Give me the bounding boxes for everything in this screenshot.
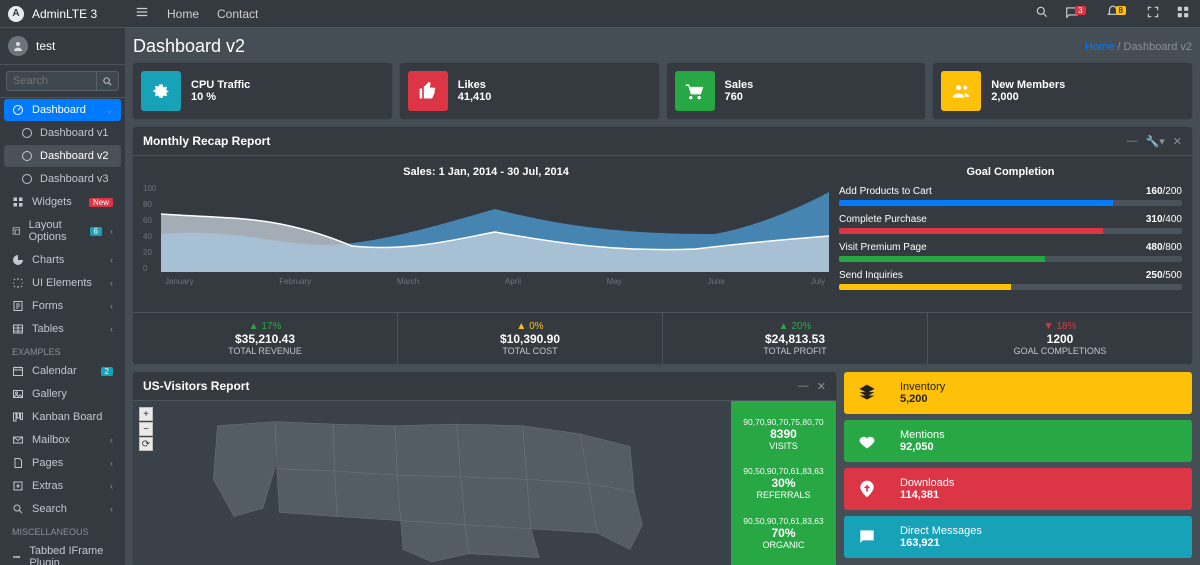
sidebar-item-extras[interactable]: Extras‹ <box>4 475 121 497</box>
sidebar-header-misc: MISCELLANEOUS <box>4 521 121 539</box>
search-icon[interactable] <box>1035 5 1049 22</box>
collapse-icon[interactable]: — <box>798 380 809 393</box>
footer-stat: ▲ 17% $35,210.43 TOTAL REVENUE <box>133 313 398 364</box>
card-us-visitors: US-Visitors Report — ✕ + − ⟳ <box>133 372 836 565</box>
gear-icon <box>141 71 181 111</box>
users-icon <box>941 71 981 111</box>
sidebar-item-tabbed[interactable]: Tabbed IFrame Plugin <box>4 540 121 565</box>
sidebar-item-kanban[interactable]: Kanban Board <box>4 406 121 428</box>
footer-stat: ▼ 18% 1200 GOAL COMPLETIONS <box>928 313 1192 364</box>
sidebar-header-examples: EXAMPLES <box>4 341 121 359</box>
nav-contact[interactable]: Contact <box>217 7 258 21</box>
sidebar-item-widgets[interactable]: WidgetsNew <box>4 191 121 213</box>
goal-item: Complete Purchase310/400 <box>839 214 1182 234</box>
visitors-title: US-Visitors Report <box>143 379 249 393</box>
hamburger-icon[interactable] <box>135 5 149 22</box>
sidebar-item-dashboard-v3[interactable]: Dashboard v3 <box>4 168 121 190</box>
map-zoom-out[interactable]: − <box>139 422 153 436</box>
info-box-likes: Likes41,410 <box>400 63 659 119</box>
goal-item: Visit Premium Page480/800 <box>839 242 1182 262</box>
recap-title: Monthly Recap Report <box>143 134 270 148</box>
brand[interactable]: A AdminLTE 3 <box>0 0 125 28</box>
sales-area-chart: 100806040200 JanuaryFebruaryMarchAprilMa… <box>143 184 829 291</box>
grid-icon[interactable] <box>1176 5 1190 22</box>
sidebar-item-ui[interactable]: UI Elements‹ <box>4 272 121 294</box>
goal-item: Add Products to Cart160/200 <box>839 186 1182 206</box>
breadcrumb-home[interactable]: Home <box>1085 41 1114 53</box>
sidebar-item-dashboard-v1[interactable]: Dashboard v1 <box>4 122 121 144</box>
sidebar-item-gallery[interactable]: Gallery <box>4 383 121 405</box>
side-box: Inventory5,200 <box>844 372 1192 414</box>
side-box-icon <box>844 420 890 462</box>
info-box-row: CPU Traffic10 % Likes41,410 Sales760 New… <box>133 63 1192 119</box>
side-box: Mentions92,050 <box>844 420 1192 462</box>
avatar <box>8 36 28 56</box>
sidebar-item-mailbox[interactable]: Mailbox‹ <box>4 429 121 451</box>
info-box-members: New Members2,000 <box>933 63 1192 119</box>
sidebar-item-dashboard[interactable]: Dashboard⌄ <box>4 99 121 121</box>
side-box-icon <box>844 468 890 510</box>
brand-logo: A <box>8 6 24 22</box>
map-zoom-in[interactable]: + <box>139 407 153 421</box>
map-reset[interactable]: ⟳ <box>139 437 153 451</box>
sidebar-search-button[interactable] <box>97 71 119 91</box>
chevron-down-icon: ⌄ <box>105 105 113 116</box>
side-box-icon <box>844 516 890 558</box>
card-monthly-recap: Monthly Recap Report — 🔧▾ ✕ Sales: 1 Jan… <box>133 127 1192 364</box>
sidebar: test Dashboard⌄ Dashboard v1 Dashboard v… <box>0 28 125 565</box>
content: Dashboard v2 Home / Dashboard v2 CPU Tra… <box>125 28 1200 565</box>
fullscreen-icon[interactable] <box>1146 5 1160 22</box>
breadcrumb-current: Dashboard v2 <box>1124 41 1193 53</box>
tool-dropdown-icon[interactable]: 🔧▾ <box>1146 135 1165 148</box>
close-icon[interactable]: ✕ <box>817 380 826 393</box>
sales-chart-title: Sales: 1 Jan, 2014 - 30 Jul, 2014 <box>143 166 829 178</box>
info-box-sales: Sales760 <box>667 63 926 119</box>
sidebar-item-calendar[interactable]: Calendar2 <box>4 360 121 382</box>
footer-stat: ▲ 0% $10,390.90 TOTAL COST <box>398 313 663 364</box>
side-box: Downloads114,381 <box>844 468 1192 510</box>
sidebar-item-layout[interactable]: Layout Options6‹ <box>4 214 121 248</box>
user-name: test <box>36 39 55 53</box>
sidebar-item-search[interactable]: Search‹ <box>4 498 121 520</box>
bell-icon[interactable]: 8 <box>1106 5 1130 22</box>
nav-home[interactable]: Home <box>167 7 199 21</box>
collapse-icon[interactable]: — <box>1127 135 1138 148</box>
sidebar-item-charts[interactable]: Charts‹ <box>4 249 121 271</box>
side-box-icon <box>844 372 890 414</box>
footer-stat: ▲ 20% $24,813.53 TOTAL PROFIT <box>663 313 928 364</box>
goal-completion-title: Goal Completion <box>839 166 1182 178</box>
close-icon[interactable]: ✕ <box>1173 135 1182 148</box>
sidebar-search-input[interactable] <box>6 71 97 91</box>
us-map[interactable]: + − ⟳ <box>133 401 731 565</box>
info-box-cpu: CPU Traffic10 % <box>133 63 392 119</box>
sidebar-item-tables[interactable]: Tables‹ <box>4 318 121 340</box>
user-panel[interactable]: test <box>0 28 125 65</box>
topbar: Home Contact 3 8 <box>0 0 1200 28</box>
sidebar-item-forms[interactable]: Forms‹ <box>4 295 121 317</box>
sidebar-item-pages[interactable]: Pages‹ <box>4 452 121 474</box>
visitors-stats: 90,70,90,70,75,80,708390VISITS90,50,90,7… <box>731 401 836 565</box>
breadcrumb: Home / Dashboard v2 <box>1085 41 1192 53</box>
thumbs-up-icon <box>408 71 448 111</box>
goal-item: Send Inquiries250/500 <box>839 270 1182 290</box>
sidebar-item-dashboard-v2[interactable]: Dashboard v2 <box>4 145 121 167</box>
brand-text: AdminLTE 3 <box>32 7 97 21</box>
page-title: Dashboard v2 <box>133 36 245 57</box>
side-box: Direct Messages163,921 <box>844 516 1192 558</box>
messages-icon[interactable]: 3 <box>1065 5 1089 22</box>
cart-icon <box>675 71 715 111</box>
